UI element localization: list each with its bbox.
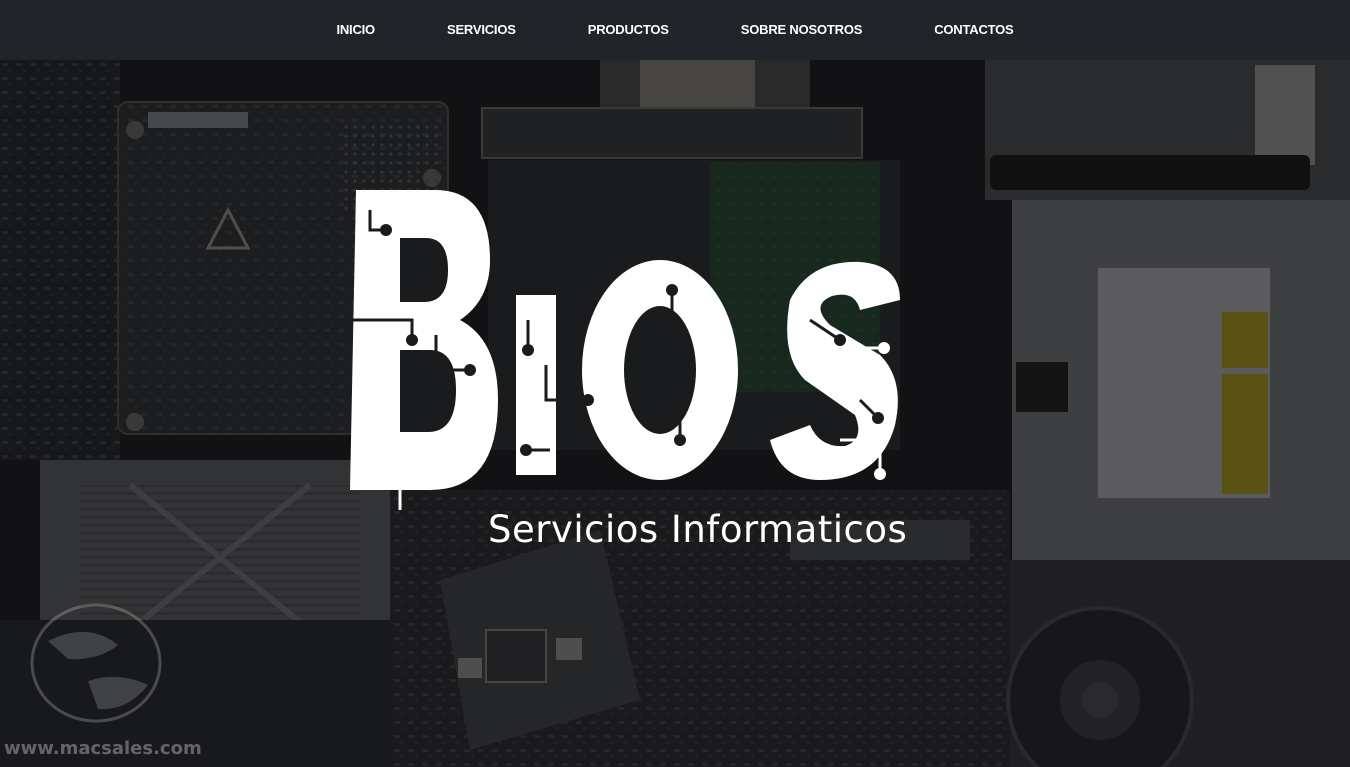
top-navbar: INICIO SERVICIOS PRODUCTOS SOBRE NOSOTRO… bbox=[0, 0, 1350, 60]
nav-item-inicio: INICIO bbox=[300, 0, 411, 60]
nav-menu: INICIO SERVICIOS PRODUCTOS SOBRE NOSOTRO… bbox=[300, 0, 1049, 60]
bios-logo-graphic bbox=[350, 190, 900, 510]
nav-link-productos[interactable]: PRODUCTOS bbox=[552, 0, 705, 60]
nav-item-contactos: CONTACTOS bbox=[898, 0, 1049, 60]
nav-link-sobre-nosotros[interactable]: SOBRE NOSOTROS bbox=[705, 0, 898, 60]
globe-watermark-icon bbox=[28, 601, 166, 727]
nav-link-inicio[interactable]: INICIO bbox=[300, 0, 411, 60]
nav-item-productos: PRODUCTOS bbox=[552, 0, 705, 60]
hero-banner: www.macsales.com Servicios Informaticos bbox=[0, 60, 1350, 767]
nav-item-sobre-nosotros: SOBRE NOSOTROS bbox=[705, 0, 898, 60]
nav-link-contactos[interactable]: CONTACTOS bbox=[898, 0, 1049, 60]
logo-subtitle: Servicios Informaticos bbox=[488, 508, 908, 551]
bios-logo: Servicios Informaticos bbox=[340, 190, 1020, 570]
watermark-text: www.macsales.com bbox=[4, 738, 202, 759]
nav-link-servicios[interactable]: SERVICIOS bbox=[411, 0, 552, 60]
nav-item-servicios: SERVICIOS bbox=[411, 0, 552, 60]
